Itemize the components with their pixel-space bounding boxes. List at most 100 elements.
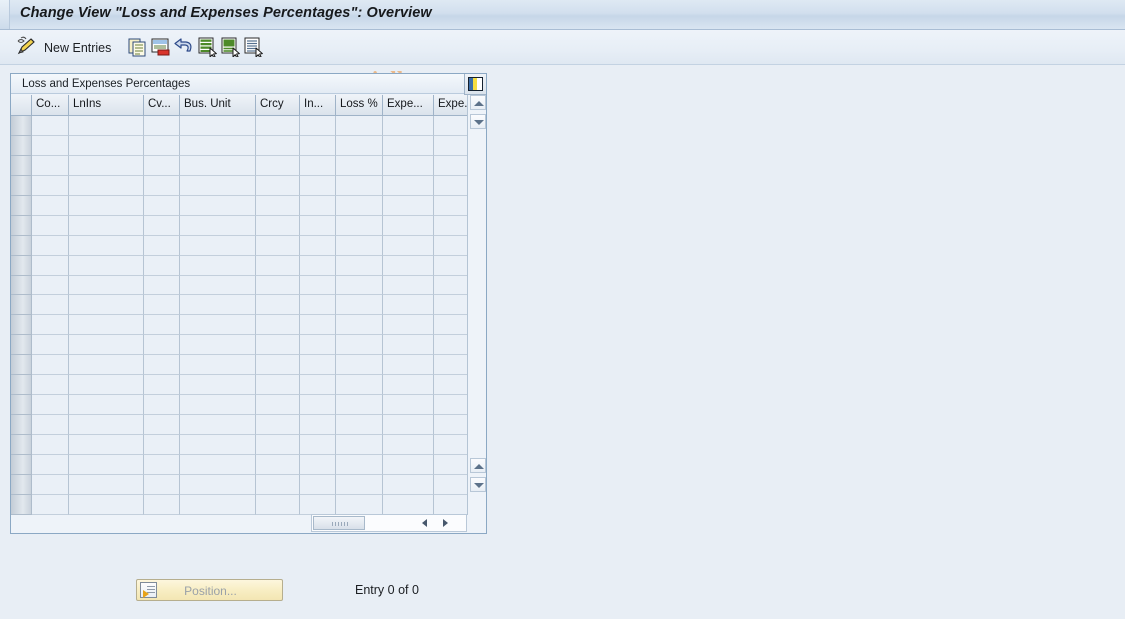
cell-loss-percent[interactable] xyxy=(336,474,383,495)
cell-company-code[interactable] xyxy=(32,494,69,515)
cell-company-code[interactable] xyxy=(32,275,69,296)
cell-line-of-insurance[interactable] xyxy=(69,494,144,515)
cell-line-of-insurance[interactable] xyxy=(69,155,144,176)
cell-business-unit[interactable] xyxy=(180,155,256,176)
cell-expenses-2[interactable] xyxy=(434,395,467,416)
cell-insurance-object[interactable] xyxy=(300,235,336,256)
cell-company-code[interactable] xyxy=(32,315,69,336)
row-selector-cell[interactable] xyxy=(11,474,32,495)
cell-insurance-object[interactable] xyxy=(300,215,336,236)
cell-loss-percent[interactable] xyxy=(336,235,383,256)
cell-expenses-1[interactable] xyxy=(383,155,434,176)
cell-expenses-1[interactable] xyxy=(383,435,434,455)
cell-business-unit[interactable] xyxy=(180,474,256,495)
cell-currency[interactable] xyxy=(256,315,300,336)
cell-company-code[interactable] xyxy=(32,454,69,475)
page-up-button[interactable] xyxy=(470,458,486,473)
column-line-of-insurance[interactable]: LnIns xyxy=(69,95,144,116)
cell-expenses-2[interactable] xyxy=(434,195,467,216)
deselect-all-icon[interactable] xyxy=(244,37,264,57)
row-selector-cell[interactable] xyxy=(11,315,32,336)
table-row[interactable] xyxy=(11,494,467,515)
cell-business-unit[interactable] xyxy=(180,295,256,316)
row-selector-cell[interactable] xyxy=(11,295,32,316)
table-row[interactable] xyxy=(11,335,467,356)
cell-business-unit[interactable] xyxy=(180,435,256,455)
cell-coverage-type[interactable] xyxy=(144,335,180,356)
table-row[interactable] xyxy=(11,395,467,416)
table-row[interactable] xyxy=(11,315,467,336)
grid-horizontal-scrollbar[interactable] xyxy=(311,514,467,532)
cell-loss-percent[interactable] xyxy=(336,195,383,216)
cell-loss-percent[interactable] xyxy=(336,116,383,136)
cell-expenses-1[interactable] xyxy=(383,454,434,475)
cell-line-of-insurance[interactable] xyxy=(69,335,144,356)
cell-coverage-type[interactable] xyxy=(144,494,180,515)
cell-line-of-insurance[interactable] xyxy=(69,255,144,276)
cell-currency[interactable] xyxy=(256,494,300,515)
cell-insurance-object[interactable] xyxy=(300,116,336,136)
cell-expenses-1[interactable] xyxy=(383,235,434,256)
table-row[interactable] xyxy=(11,474,467,495)
cell-expenses-2[interactable] xyxy=(434,454,467,475)
cell-loss-percent[interactable] xyxy=(336,315,383,336)
copy-as-icon[interactable] xyxy=(128,37,148,57)
cell-coverage-type[interactable] xyxy=(144,155,180,176)
grid-body[interactable] xyxy=(11,116,467,515)
cell-loss-percent[interactable] xyxy=(336,175,383,196)
cell-loss-percent[interactable] xyxy=(336,375,383,396)
cell-expenses-2[interactable] xyxy=(434,255,467,276)
row-selector-cell[interactable] xyxy=(11,415,32,435)
cell-company-code[interactable] xyxy=(32,355,69,376)
cell-insurance-object[interactable] xyxy=(300,275,336,296)
cell-currency[interactable] xyxy=(256,195,300,216)
pencil-display-change-icon[interactable] xyxy=(16,36,38,58)
cell-expenses-2[interactable] xyxy=(434,215,467,236)
cell-currency[interactable] xyxy=(256,454,300,475)
cell-coverage-type[interactable] xyxy=(144,415,180,435)
cell-expenses-2[interactable] xyxy=(434,275,467,296)
column-insurance-object[interactable]: In... xyxy=(300,95,336,116)
cell-coverage-type[interactable] xyxy=(144,255,180,276)
cell-expenses-2[interactable] xyxy=(434,235,467,256)
cell-insurance-object[interactable] xyxy=(300,355,336,376)
cell-loss-percent[interactable] xyxy=(336,155,383,176)
cell-currency[interactable] xyxy=(256,435,300,455)
cell-company-code[interactable] xyxy=(32,395,69,416)
cell-line-of-insurance[interactable] xyxy=(69,435,144,455)
cell-expenses-1[interactable] xyxy=(383,335,434,356)
cell-insurance-object[interactable] xyxy=(300,155,336,176)
cell-expenses-2[interactable] xyxy=(434,116,467,136)
cell-company-code[interactable] xyxy=(32,116,69,136)
table-row[interactable] xyxy=(11,116,467,136)
cell-coverage-type[interactable] xyxy=(144,435,180,455)
cell-business-unit[interactable] xyxy=(180,195,256,216)
table-row[interactable] xyxy=(11,454,467,475)
cell-coverage-type[interactable] xyxy=(144,375,180,396)
row-selector-cell[interactable] xyxy=(11,435,32,455)
cell-currency[interactable] xyxy=(256,375,300,396)
undo-icon[interactable] xyxy=(174,37,194,57)
cell-company-code[interactable] xyxy=(32,215,69,236)
cell-expenses-1[interactable] xyxy=(383,395,434,416)
cell-currency[interactable] xyxy=(256,215,300,236)
cell-insurance-object[interactable] xyxy=(300,175,336,196)
cell-loss-percent[interactable] xyxy=(336,435,383,455)
cell-company-code[interactable] xyxy=(32,235,69,256)
cell-company-code[interactable] xyxy=(32,175,69,196)
cell-company-code[interactable] xyxy=(32,255,69,276)
cell-expenses-1[interactable] xyxy=(383,116,434,136)
cell-business-unit[interactable] xyxy=(180,395,256,416)
cell-expenses-2[interactable] xyxy=(434,375,467,396)
column-company-code[interactable]: Co... xyxy=(32,95,69,116)
cell-expenses-2[interactable] xyxy=(434,135,467,156)
cell-coverage-type[interactable] xyxy=(144,474,180,495)
row-selector-cell[interactable] xyxy=(11,235,32,256)
cell-insurance-object[interactable] xyxy=(300,335,336,356)
cell-business-unit[interactable] xyxy=(180,415,256,435)
cell-loss-percent[interactable] xyxy=(336,215,383,236)
scroll-right-button[interactable] xyxy=(438,516,454,530)
delete-icon[interactable] xyxy=(151,37,171,57)
cell-company-code[interactable] xyxy=(32,335,69,356)
cell-currency[interactable] xyxy=(256,335,300,356)
